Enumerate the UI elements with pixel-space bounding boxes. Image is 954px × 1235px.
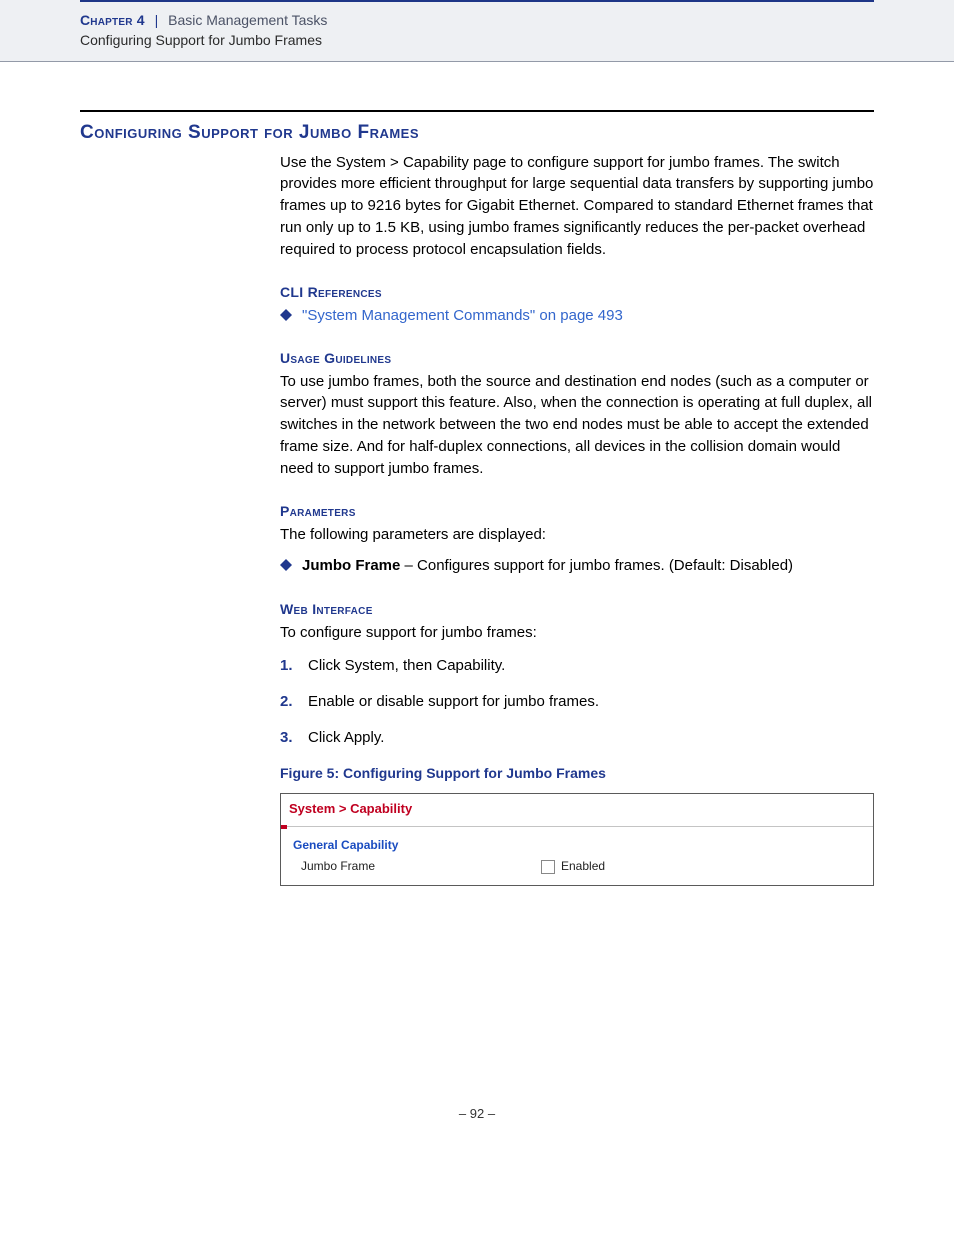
page-header: Chapter 4 | Basic Management Tasks Confi…: [0, 0, 954, 62]
figure-row-control: Enabled: [541, 858, 605, 875]
parameter-text: Jumbo Frame – Configures support for jum…: [302, 555, 793, 577]
figure-row-label: Jumbo Frame: [301, 858, 521, 875]
header-subtitle: Configuring Support for Jumbo Frames: [80, 30, 874, 50]
step-item: 3. Click Apply.: [280, 727, 874, 749]
parameters-intro: The following parameters are displayed:: [280, 524, 874, 546]
step-number: 1.: [280, 655, 298, 677]
usage-guidelines-text: To use jumbo frames, both the source and…: [280, 371, 874, 480]
figure-screenshot: System > Capability General Capability J…: [280, 793, 874, 887]
cli-reference-link[interactable]: "System Management Commands" on page 493: [302, 305, 623, 327]
header-inner: Chapter 4 | Basic Management Tasks Confi…: [80, 0, 874, 51]
web-interface-steps: 1. Click System, then Capability. 2. Ena…: [280, 655, 874, 748]
web-interface-heading: Web Interface: [280, 599, 874, 619]
figure-panel-title: General Capability: [281, 835, 873, 858]
intro-paragraph: Use the System > Capability page to conf…: [280, 152, 874, 261]
parameter-name: Jumbo Frame: [302, 557, 400, 574]
enabled-checkbox[interactable]: [541, 860, 555, 874]
figure-caption: Figure 5: Configuring Support for Jumbo …: [280, 763, 874, 783]
page-body: Configuring Support for Jumbo Frames Use…: [80, 110, 874, 887]
chapter-title: Basic Management Tasks: [168, 12, 327, 28]
parameter-desc: – Configures support for jumbo frames. (…: [400, 557, 793, 574]
chapter-label: Chapter 4: [80, 12, 145, 28]
step-text: Click System, then Capability.: [308, 655, 505, 677]
usage-guidelines-heading: Usage Guidelines: [280, 348, 874, 368]
figure-row-jumbo-frame: Jumbo Frame Enabled: [281, 858, 873, 885]
section-title: Configuring Support for Jumbo Frames: [80, 122, 874, 144]
enabled-checkbox-label: Enabled: [561, 858, 605, 875]
header-line-1: Chapter 4 | Basic Management Tasks: [80, 10, 874, 30]
cli-reference-item: "System Management Commands" on page 493: [280, 305, 874, 327]
diamond-bullet-icon: [280, 309, 292, 321]
step-item: 2. Enable or disable support for jumbo f…: [280, 691, 874, 713]
header-separator: |: [149, 12, 165, 28]
step-text: Enable or disable support for jumbo fram…: [308, 691, 599, 713]
step-number: 3.: [280, 727, 298, 749]
web-interface-intro: To configure support for jumbo frames:: [280, 622, 874, 644]
page-number: – 92 –: [459, 1106, 495, 1121]
figure-divider-line: [287, 826, 873, 827]
figure-divider: [281, 825, 873, 829]
section-rule: [80, 110, 874, 112]
parameter-item: Jumbo Frame – Configures support for jum…: [280, 555, 874, 577]
figure-breadcrumb: System > Capability: [281, 794, 873, 825]
page-footer: – 92 –: [0, 1106, 954, 1161]
step-item: 1. Click System, then Capability.: [280, 655, 874, 677]
parameters-heading: Parameters: [280, 501, 874, 521]
step-number: 2.: [280, 691, 298, 713]
step-text: Click Apply.: [308, 727, 384, 749]
cli-references-heading: CLI References: [280, 282, 874, 302]
diamond-bullet-icon: [280, 559, 292, 571]
body-column: Use the System > Capability page to conf…: [280, 152, 874, 887]
